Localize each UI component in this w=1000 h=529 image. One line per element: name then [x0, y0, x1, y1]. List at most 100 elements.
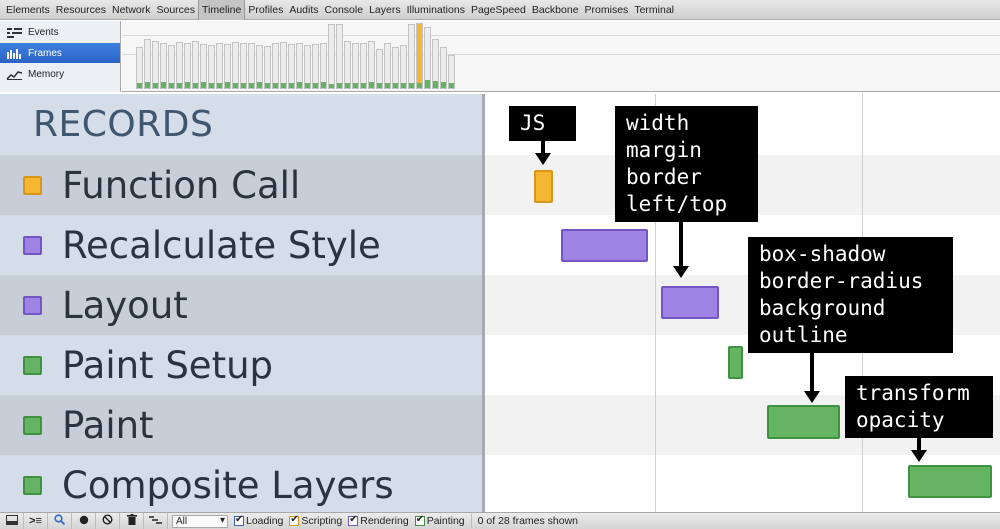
overview-frame-bar[interactable] — [256, 45, 263, 89]
record-color-swatch — [23, 295, 42, 315]
overview-frame-bar[interactable] — [368, 41, 375, 89]
filter-painting[interactable]: Painting — [414, 514, 465, 527]
frames-status-text: 0 of 28 frames shown — [477, 515, 579, 527]
tab-sources[interactable]: Sources — [154, 0, 199, 20]
tab-layers[interactable]: Layers — [366, 0, 404, 20]
overview-gridline — [122, 35, 1000, 36]
overview-frame-bar[interactable] — [392, 47, 399, 89]
record-button[interactable] — [72, 513, 96, 529]
dock-button[interactable] — [0, 513, 24, 529]
overview-frame-bar[interactable] — [320, 43, 327, 89]
record-filter-select[interactable]: All — [172, 514, 228, 528]
overview-frame-bar[interactable] — [216, 43, 223, 89]
overview-frame-bar[interactable] — [384, 43, 391, 89]
status-divider — [470, 514, 472, 528]
overview-frame-bar[interactable] — [160, 43, 167, 89]
overview-item-frames[interactable]: Frames — [0, 43, 120, 63]
checkbox[interactable] — [289, 514, 300, 526]
overview-frame-bar[interactable] — [272, 43, 279, 89]
record-row[interactable]: Composite Layers — [0, 455, 482, 515]
events-icon — [6, 27, 23, 38]
composite-layers-event[interactable] — [908, 465, 992, 498]
recalculate-style-event[interactable] — [561, 229, 648, 262]
overview-frame-bar[interactable] — [352, 43, 359, 89]
overview-frame-bar[interactable] — [440, 47, 447, 89]
overview-frame-bar[interactable] — [296, 43, 303, 89]
overview-frame-bar[interactable] — [416, 23, 423, 89]
overview-frame-bar[interactable] — [408, 24, 415, 89]
overview-frame-bar[interactable] — [248, 43, 255, 89]
filter-scripting[interactable]: Scripting — [289, 514, 342, 527]
console-toggle-button[interactable]: >≡ — [24, 513, 48, 529]
tab-console[interactable]: Console — [322, 0, 367, 20]
overview-frame-bar[interactable] — [288, 44, 295, 89]
overview-frame-bar[interactable] — [304, 45, 311, 89]
tab-profiles[interactable]: Profiles — [245, 0, 286, 20]
overview-frame-bar[interactable] — [200, 44, 207, 89]
overview-frame-bar[interactable] — [280, 42, 287, 89]
overview-frame-bar[interactable] — [224, 44, 231, 89]
tab-terminal[interactable]: Terminal — [631, 0, 677, 20]
glue-icon — [148, 515, 163, 528]
overview-frame-bar[interactable] — [264, 46, 271, 89]
overview-frame-bar[interactable] — [448, 55, 455, 89]
overview-frame-bar[interactable] — [176, 42, 183, 89]
tab-audits[interactable]: Audits — [286, 0, 321, 20]
tab-pagespeed[interactable]: PageSpeed — [468, 0, 529, 20]
paint-setup-event[interactable] — [728, 346, 743, 379]
overview-frame-bar[interactable] — [192, 41, 199, 89]
callout-arrow — [911, 450, 927, 462]
overview-frame-bar[interactable] — [168, 45, 175, 89]
tab-promises[interactable]: Promises — [582, 0, 632, 20]
record-label: Paint — [62, 403, 154, 447]
callout-js: JS — [509, 106, 576, 141]
checkbox[interactable] — [414, 514, 425, 526]
overview-frame-bar[interactable] — [400, 45, 407, 89]
checkbox[interactable] — [348, 514, 359, 526]
record-row[interactable]: Layout — [0, 275, 482, 335]
filter-loading[interactable]: Loading — [234, 514, 283, 527]
checkbox[interactable] — [234, 514, 244, 526]
tab-elements[interactable]: Elements — [3, 0, 53, 20]
overview-frame-bar[interactable] — [344, 41, 351, 89]
callout-arrow — [804, 391, 820, 403]
timeline-records-area[interactable]: JS width margin border left/top box-shad… — [485, 94, 1000, 512]
callout-arrow — [810, 353, 814, 391]
overview-item-events[interactable]: Events — [0, 22, 120, 42]
overview-frame-bar[interactable] — [208, 45, 215, 89]
overview-frame-bar[interactable] — [184, 43, 191, 89]
tab-resources[interactable]: Resources — [53, 0, 109, 20]
search-icon — [54, 514, 66, 528]
overview-frame-bar[interactable] — [360, 43, 367, 89]
overview-frame-bar[interactable] — [240, 43, 247, 89]
overview-frame-bar[interactable] — [312, 44, 319, 89]
record-row[interactable]: Paint Setup — [0, 335, 482, 395]
record-row[interactable]: Function Call — [0, 155, 482, 215]
garbage-collect-button[interactable] — [120, 513, 144, 529]
overview-frame-bar[interactable] — [432, 39, 439, 89]
paint-event[interactable] — [767, 405, 840, 439]
tab-network[interactable]: Network — [109, 0, 154, 20]
overview-frame-bar[interactable] — [424, 27, 431, 89]
overview-frame-bar[interactable] — [152, 41, 159, 89]
record-row[interactable]: Recalculate Style — [0, 215, 482, 275]
function-call-event[interactable] — [534, 170, 553, 203]
layout-event[interactable] — [661, 286, 719, 319]
tab-backbone[interactable]: Backbone — [529, 0, 582, 20]
tab-timeline[interactable]: Timeline — [198, 0, 246, 20]
status-bar: >≡ All Loading Scripting Rendering Paint… — [0, 512, 1000, 529]
search-button[interactable] — [48, 513, 72, 529]
clear-button[interactable] — [96, 513, 120, 529]
tab-illuminations[interactable]: Illuminations — [404, 0, 468, 20]
overview-frame-bar[interactable] — [336, 24, 343, 89]
glue-records-button[interactable] — [144, 513, 168, 529]
overview-frame-bar[interactable] — [144, 39, 151, 89]
overview-frame-bar[interactable] — [136, 47, 143, 89]
overview-frame-bar[interactable] — [328, 24, 335, 89]
record-row[interactable]: Paint — [0, 395, 482, 455]
overview-frame-bar[interactable] — [232, 42, 239, 89]
frames-overview-graph[interactable] — [122, 21, 1000, 92]
overview-frame-bar[interactable] — [376, 49, 383, 89]
filter-rendering[interactable]: Rendering — [348, 514, 409, 527]
overview-item-memory[interactable]: Memory — [0, 64, 120, 84]
